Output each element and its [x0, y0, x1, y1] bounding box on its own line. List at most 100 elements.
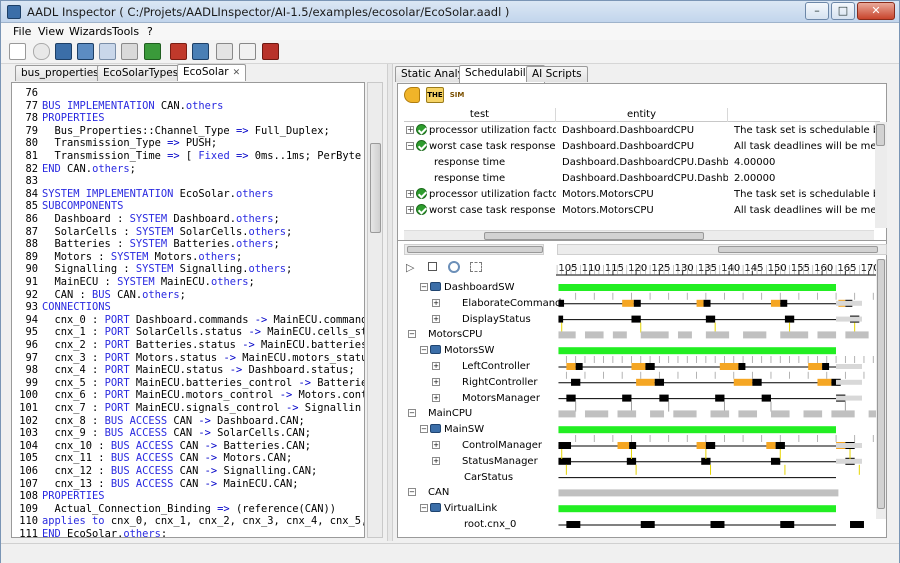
- column-test[interactable]: test: [404, 108, 556, 122]
- result-row[interactable]: response time Dashboard.DashboardCPU.Dash…: [404, 171, 880, 186]
- tree-node[interactable]: − MainSW: [420, 423, 484, 437]
- stop-icon[interactable]: [262, 43, 279, 60]
- theoretical-analysis-button[interactable]: THE: [426, 87, 444, 103]
- home-icon[interactable]: [170, 43, 187, 60]
- code-token: Motors.: [148, 250, 199, 263]
- tree-node[interactable]: + ControlManager: [432, 439, 542, 453]
- tree-node[interactable]: + LeftController: [432, 360, 530, 374]
- collapse-icon[interactable]: −: [420, 425, 428, 434]
- scroll-thumb[interactable]: [876, 124, 885, 146]
- expand-icon[interactable]: +: [432, 314, 440, 323]
- title-bar[interactable]: AADL Inspector ( C:/Projets/AADLInspecto…: [1, 1, 899, 23]
- scroll-thumb[interactable]: [370, 143, 381, 233]
- tree-node[interactable]: + DisplayStatus: [432, 313, 531, 327]
- tree-node-label: ControlManager: [462, 440, 542, 451]
- collapse-icon[interactable]: −: [420, 346, 428, 355]
- collapse-icon[interactable]: −: [408, 488, 416, 497]
- menu-view[interactable]: View: [38, 25, 64, 38]
- tree-node[interactable]: + RightController: [432, 376, 538, 390]
- scroll-thumb[interactable]: [718, 246, 878, 253]
- column-entity[interactable]: entity: [556, 108, 728, 122]
- debug-icon[interactable]: [239, 43, 256, 60]
- tree-node[interactable]: − DashboardSW: [420, 281, 515, 295]
- menu-tools[interactable]: Tools: [112, 25, 139, 38]
- tab-ai-scripts[interactable]: AI Scripts: [526, 66, 588, 82]
- tree-node[interactable]: − VirtualLink: [420, 502, 497, 516]
- menu-wizards[interactable]: Wizards: [69, 25, 112, 38]
- result-row[interactable]: + worst case task response time Motors.Mot…: [404, 203, 880, 218]
- editor-vertical-scrollbar[interactable]: [367, 82, 383, 538]
- close-button[interactable]: ✕: [857, 2, 895, 20]
- tree-node[interactable]: − CAN: [408, 486, 449, 500]
- cell-test: − worst case task response time: [406, 139, 556, 154]
- line-number: 93: [25, 301, 38, 314]
- expand-icon[interactable]: +: [406, 126, 414, 134]
- code-token: others: [123, 528, 161, 538]
- minimize-button[interactable]: –: [805, 2, 829, 20]
- tree-horizontal-scrollbar[interactable]: [404, 244, 544, 255]
- code-token: others: [235, 187, 274, 200]
- component-tree: − DashboardSW + ElaborateCommand + DisplaySta…: [398, 281, 561, 539]
- line-number: 107: [19, 477, 38, 490]
- result-row[interactable]: − worst case task response time Dashboard.…: [404, 139, 880, 154]
- result-row[interactable]: + processor utilization factor Dashboard.D…: [404, 123, 880, 138]
- scroll-thumb[interactable]: [407, 246, 543, 253]
- collapse-icon[interactable]: −: [420, 283, 428, 291]
- expand-icon[interactable]: +: [432, 377, 440, 386]
- tree-node[interactable]: root.cnx_0: [432, 518, 516, 532]
- stop-icon[interactable]: [428, 262, 437, 271]
- maximize-button[interactable]: □: [831, 2, 855, 20]
- run-icon[interactable]: [404, 87, 420, 103]
- line-number: 81: [25, 150, 38, 162]
- tree-node[interactable]: + MotorsManager: [432, 392, 540, 406]
- close-tab-icon[interactable]: ✕: [233, 68, 241, 78]
- collapse-icon[interactable]: −: [408, 409, 416, 418]
- timeline-horizontal-scrollbar[interactable]: [557, 244, 887, 255]
- expand-icon[interactable]: +: [406, 190, 414, 198]
- collapse-icon[interactable]: −: [420, 504, 428, 513]
- timeline-vertical-scrollbar[interactable]: [876, 259, 886, 519]
- line-number: 82: [25, 162, 38, 175]
- column-result[interactable]: [728, 108, 880, 122]
- refresh-icon[interactable]: [448, 261, 460, 273]
- new-file-icon[interactable]: [9, 43, 26, 60]
- expand-icon[interactable]: +: [432, 441, 440, 449]
- search-icon[interactable]: [216, 43, 233, 60]
- result-row[interactable]: response time Dashboard.DashboardCPU.Dash…: [404, 155, 880, 170]
- main-window: AADL Inspector ( C:/Projets/AADLInspecto…: [0, 0, 900, 563]
- collapse-icon[interactable]: −: [408, 330, 416, 339]
- zoom-fit-icon[interactable]: [470, 262, 482, 272]
- export-icon[interactable]: [99, 43, 116, 60]
- save-icon[interactable]: [55, 43, 72, 60]
- expand-icon[interactable]: +: [406, 206, 414, 214]
- scroll-thumb[interactable]: [877, 259, 885, 509]
- layers-icon[interactable]: [144, 43, 161, 60]
- tree-node[interactable]: − MainCPU: [408, 407, 472, 421]
- save-all-icon[interactable]: [77, 43, 94, 60]
- tree-node[interactable]: − MotorsSW: [420, 344, 494, 358]
- expand-icon[interactable]: +: [432, 362, 440, 370]
- idle-block: [612, 331, 627, 339]
- code-editor[interactable]: 76 77 78 79 80 81 82 83 84 85 86 87 88 89 90 91 92 93 94 95…: [11, 82, 365, 538]
- tab-ecosolar[interactable]: EcoSolar ✕: [177, 64, 247, 81]
- print-icon[interactable]: [121, 43, 138, 60]
- menu-file[interactable]: File: [13, 25, 31, 38]
- result-row[interactable]: + processor utilization factor Motors.Moto…: [404, 187, 880, 202]
- play-icon[interactable]: ▷: [406, 261, 414, 274]
- tree-node[interactable]: + StatusManager: [432, 455, 538, 469]
- tree-node[interactable]: CarStatus: [432, 471, 513, 485]
- tree-node[interactable]: + ElaborateCommand: [432, 297, 561, 311]
- results-vertical-scrollbar[interactable]: [875, 122, 887, 228]
- scroll-thumb[interactable]: [484, 232, 704, 240]
- open-icon[interactable]: [33, 43, 50, 60]
- image-icon[interactable]: [192, 43, 209, 60]
- collapse-icon[interactable]: −: [406, 142, 414, 150]
- expand-icon[interactable]: +: [432, 456, 440, 465]
- tree-node[interactable]: − MotorsCPU: [408, 328, 482, 342]
- cell-test: + worst case task response time: [406, 203, 556, 218]
- expand-icon[interactable]: +: [432, 393, 440, 402]
- simulation-button[interactable]: SIM: [448, 87, 466, 103]
- expand-icon[interactable]: +: [432, 298, 440, 307]
- tree-node-label: DisplayStatus: [462, 313, 531, 325]
- menu-help[interactable]: ?: [147, 25, 153, 38]
